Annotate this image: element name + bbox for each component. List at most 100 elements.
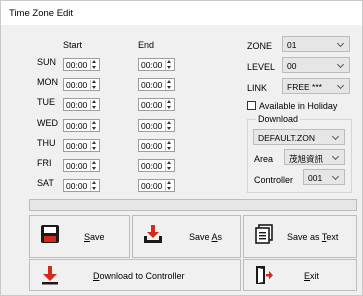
time-value: 00:00 <box>66 161 88 171</box>
time-value: 00:00 <box>141 60 163 70</box>
save-as-label-pre: Save <box>189 232 212 242</box>
controller-value: 001 <box>308 173 323 183</box>
download-file-select[interactable]: DEFAULT.ZON <box>253 129 345 145</box>
spin-buttons[interactable] <box>165 121 173 131</box>
link-label: LINK <box>247 83 268 93</box>
spin-down-icon[interactable] <box>92 86 96 89</box>
download-group-title: Download <box>256 114 301 124</box>
link-select[interactable]: FREE *** <box>282 78 350 94</box>
time-value: 00:00 <box>66 100 88 110</box>
holiday-checkbox[interactable] <box>247 101 256 110</box>
level-select[interactable]: 00 <box>282 57 350 73</box>
wed-end-time-input[interactable]: 00:00 <box>138 119 175 132</box>
spin-down-icon[interactable] <box>167 147 171 150</box>
save-as-text-button[interactable]: Save as Text <box>243 215 357 258</box>
save-button[interactable]: Save <box>29 215 130 258</box>
exit-label-rest: xit <box>310 271 320 281</box>
spin-buttons[interactable] <box>90 181 98 191</box>
spin-buttons[interactable] <box>90 141 98 151</box>
time-value: 00:00 <box>141 80 163 90</box>
day-label-wed: WED <box>37 118 58 128</box>
spin-down-icon[interactable] <box>167 66 171 69</box>
thu-start-time-input[interactable]: 00:00 <box>63 139 100 152</box>
time-value: 00:00 <box>66 121 88 131</box>
spin-down-icon[interactable] <box>92 167 96 170</box>
thu-end-time-input[interactable]: 00:00 <box>138 139 175 152</box>
spin-up-icon[interactable] <box>167 80 171 83</box>
spin-buttons[interactable] <box>90 100 98 110</box>
level-label: LEVEL <box>247 62 276 72</box>
spin-up-icon[interactable] <box>167 181 171 184</box>
time-value: 00:00 <box>141 121 163 131</box>
spin-down-icon[interactable] <box>167 187 171 190</box>
spin-up-icon[interactable] <box>92 121 96 124</box>
spin-down-icon[interactable] <box>92 187 96 190</box>
spin-buttons[interactable] <box>90 80 98 90</box>
chevron-down-icon <box>336 60 345 69</box>
chevron-down-icon <box>331 172 340 181</box>
spin-down-icon[interactable] <box>167 86 171 89</box>
time-zone-edit-window: Time Zone Edit Start End SUN 00:00 00:00 MO… <box>0 0 363 296</box>
tue-end-time-input[interactable]: 00:00 <box>138 98 175 111</box>
spin-up-icon[interactable] <box>92 161 96 164</box>
spin-buttons[interactable] <box>165 181 173 191</box>
save-as-label-rest: s <box>217 232 223 242</box>
spin-down-icon[interactable] <box>92 127 96 130</box>
zone-select[interactable]: 01 <box>282 36 350 52</box>
fri-start-time-input[interactable]: 00:00 <box>63 159 100 172</box>
spin-up-icon[interactable] <box>92 181 96 184</box>
mon-start-time-input[interactable]: 00:00 <box>63 78 100 91</box>
save-as-button[interactable]: Save As <box>132 215 241 258</box>
sat-end-time-input[interactable]: 00:00 <box>138 179 175 192</box>
spin-down-icon[interactable] <box>92 66 96 69</box>
spin-up-icon[interactable] <box>92 80 96 83</box>
download-file-value: DEFAULT.ZON <box>258 133 315 143</box>
start-column-header: Start <box>63 40 83 50</box>
day-label-fri: FRI <box>37 158 52 168</box>
zone-value: 01 <box>287 40 297 50</box>
fri-end-time-input[interactable]: 00:00 <box>138 159 175 172</box>
holiday-label: Available in Holiday <box>259 101 338 111</box>
spin-buttons[interactable] <box>165 100 173 110</box>
area-select[interactable]: 茂旭資訊 <box>284 149 345 165</box>
spin-down-icon[interactable] <box>92 147 96 150</box>
time-value: 00:00 <box>141 100 163 110</box>
spin-buttons[interactable] <box>90 121 98 131</box>
area-label: Area <box>254 154 274 164</box>
save-as-text-label-rest: ext <box>326 232 339 242</box>
spin-down-icon[interactable] <box>167 127 171 130</box>
spin-down-icon[interactable] <box>167 106 171 109</box>
sun-start-time-input[interactable]: 00:00 <box>63 58 100 71</box>
download-tray-icon <box>144 225 162 243</box>
spin-buttons[interactable] <box>90 60 98 70</box>
chevron-down-icon <box>331 152 340 161</box>
spin-up-icon[interactable] <box>167 100 171 103</box>
spin-buttons[interactable] <box>165 60 173 70</box>
link-value: FREE *** <box>287 82 322 92</box>
time-value: 00:00 <box>66 80 88 90</box>
sat-start-time-input[interactable]: 00:00 <box>63 179 100 192</box>
exit-button[interactable]: Exit <box>243 259 357 291</box>
spin-buttons[interactable] <box>165 161 173 171</box>
end-column-header: End <box>138 40 155 50</box>
wed-start-time-input[interactable]: 00:00 <box>63 119 100 132</box>
controller-select[interactable]: 001 <box>303 169 345 185</box>
sun-end-time-input[interactable]: 00:00 <box>138 58 175 71</box>
spin-up-icon[interactable] <box>167 121 171 124</box>
spin-up-icon[interactable] <box>92 60 96 63</box>
spin-up-icon[interactable] <box>167 60 171 63</box>
spin-up-icon[interactable] <box>92 100 96 103</box>
download-to-controller-button[interactable]: Download to Controller <box>29 259 241 291</box>
spin-buttons[interactable] <box>90 161 98 171</box>
spin-buttons[interactable] <box>165 141 173 151</box>
spin-up-icon[interactable] <box>92 141 96 144</box>
spin-buttons[interactable] <box>165 80 173 90</box>
tue-start-time-input[interactable]: 00:00 <box>63 98 100 111</box>
mon-end-time-input[interactable]: 00:00 <box>138 78 175 91</box>
floppy-disk-icon <box>41 225 59 243</box>
spin-down-icon[interactable] <box>167 167 171 170</box>
spin-up-icon[interactable] <box>167 161 171 164</box>
spin-down-icon[interactable] <box>92 106 96 109</box>
controller-label: Controller <box>254 175 294 185</box>
spin-up-icon[interactable] <box>167 141 171 144</box>
